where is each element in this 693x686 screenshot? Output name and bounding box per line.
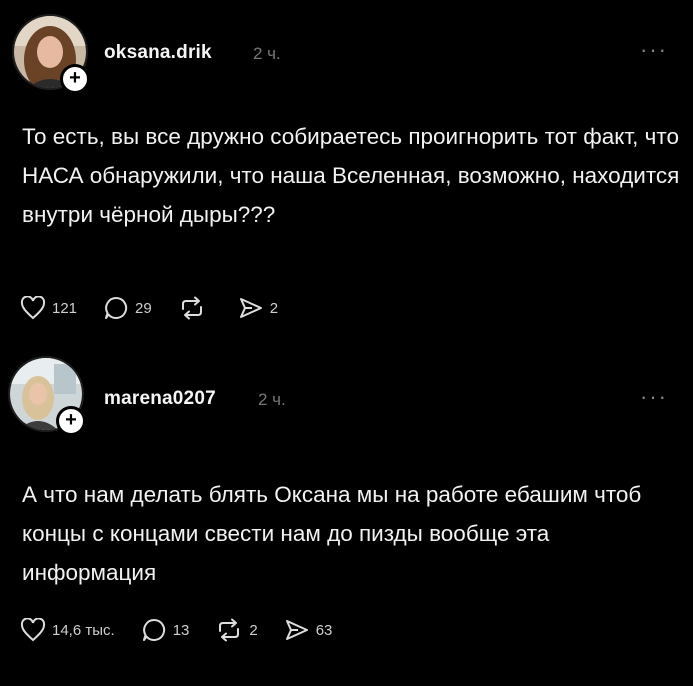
- post-time: 2 ч.: [258, 390, 286, 409]
- avatar-wrap[interactable]: +: [12, 14, 92, 94]
- post-oksana: + oksana.drik 2 ч. ··· То есть, вы все д…: [0, 0, 693, 340]
- comment-icon: [105, 296, 128, 319]
- share-button[interactable]: 63: [284, 618, 333, 642]
- share-count: 63: [315, 621, 333, 639]
- comment-button[interactable]: 29: [103, 295, 152, 321]
- comment-count: 29: [135, 299, 152, 317]
- username[interactable]: oksana.drik: [104, 42, 212, 64]
- post-text: А что нам делать блять Оксана мы на рабо…: [22, 482, 642, 585]
- post-time: 2 ч.: [253, 44, 281, 63]
- heart-icon: [20, 618, 46, 642]
- follow-plus-icon[interactable]: +: [56, 406, 86, 436]
- share-count: 2: [269, 299, 279, 317]
- post-actions: 121 29 2: [20, 293, 304, 323]
- comment-count: 13: [172, 621, 190, 639]
- username[interactable]: marena0207: [104, 388, 216, 410]
- send-icon: [285, 620, 308, 640]
- repost-icon: [219, 618, 240, 642]
- repost-icon: [181, 296, 202, 320]
- like-button[interactable]: 121: [20, 296, 77, 320]
- repost-count: 2: [249, 621, 258, 639]
- more-icon[interactable]: ···: [640, 386, 668, 408]
- repost-button[interactable]: 2: [215, 618, 258, 642]
- follow-plus-icon[interactable]: +: [60, 64, 90, 94]
- more-icon[interactable]: ···: [640, 39, 668, 61]
- comment-button[interactable]: 13: [141, 617, 190, 643]
- share-button[interactable]: 2: [238, 296, 278, 320]
- comment-icon: [142, 618, 165, 641]
- repost-button[interactable]: [178, 296, 212, 320]
- like-count: 121: [52, 299, 78, 317]
- post-marena: + marena0207 2 ч. ··· А что нам делать б…: [0, 340, 693, 686]
- like-count: 14,6 тыс.: [52, 621, 115, 639]
- send-icon: [239, 298, 262, 318]
- post-text: То есть, вы все дружно собираетесь проиг…: [22, 124, 680, 227]
- avatar-wrap[interactable]: +: [8, 356, 88, 436]
- heart-icon: [20, 296, 46, 320]
- like-button[interactable]: 14,6 тыс.: [20, 618, 115, 642]
- post-actions: 14,6 тыс. 13 2 63: [20, 615, 358, 645]
